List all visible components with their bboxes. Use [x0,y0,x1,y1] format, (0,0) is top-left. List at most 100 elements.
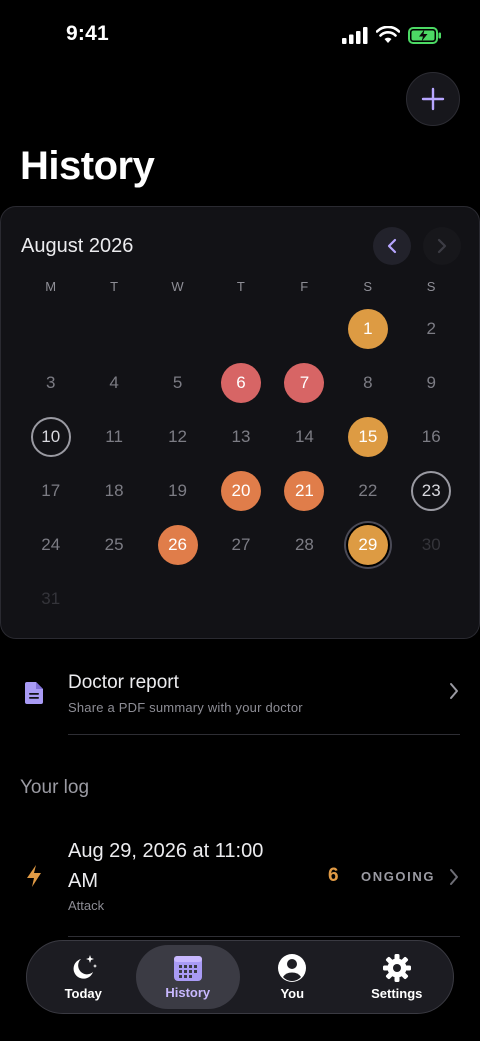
tab-settings[interactable]: Settings [345,945,450,1009]
lightning-bolt-icon [27,865,41,887]
calendar-day[interactable]: 18 [82,464,145,518]
calendar-day-number: 21 [284,471,325,511]
calendar-day-number: 12 [168,427,188,446]
log-entry-type: Attack [68,898,105,913]
calendar-empty-cell [209,302,272,356]
calendar-day-number: 14 [294,427,314,446]
doctor-report-row[interactable]: Doctor report Share a PDF summary with y… [0,662,480,736]
weekday-label: T [236,279,245,294]
calendar-day[interactable]: 27 [209,518,272,572]
page-title: History [20,144,155,188]
previous-month-button[interactable] [373,227,411,265]
calendar-day[interactable]: 30 [400,518,463,572]
weekday-label: S [363,279,372,294]
status-icons [342,26,442,44]
calendar-day[interactable]: 24 [19,518,82,572]
calendar-day[interactable]: 9 [400,356,463,410]
calendar-icon [173,956,202,981]
chevron-left-icon [387,238,397,254]
calendar-day[interactable]: 16 [400,410,463,464]
calendar-day[interactable]: 12 [146,410,209,464]
status-time: 9:41 [66,22,109,45]
calendar-day[interactable]: 14 [273,410,336,464]
calendar-day[interactable]: 11 [82,410,145,464]
calendar-day[interactable]: 3 [19,356,82,410]
calendar-empty-cell [146,302,209,356]
log-entry-status: ONGOING [361,869,436,884]
calendar-day[interactable]: 15 [336,410,399,464]
calendar-day[interactable]: 25 [82,518,145,572]
calendar-day-number: 15 [347,417,388,457]
log-entry[interactable]: Aug 29, 2026 at 11:00 AM Attack 6 ONGOIN… [0,832,480,937]
calendar-day[interactable]: 26 [146,518,209,572]
calendar-day[interactable]: 7 [273,356,336,410]
calendar-day[interactable]: 2 [400,302,463,356]
calendar-day[interactable]: 31 [19,572,82,626]
calendar-day-number: 24 [41,535,61,554]
gear-icon [382,954,411,982]
battery-charging-icon [408,26,441,44]
weekday-label: T [110,279,119,294]
tab-today[interactable]: Today [31,945,136,1009]
calendar-month-label: August 2026 [21,235,134,257]
calendar-day[interactable]: 19 [146,464,209,518]
calendar-day-number: 9 [426,373,436,392]
calendar-day-number: 29 [347,525,388,565]
doctor-report-title: Doctor report [68,672,179,693]
calendar-day[interactable]: 6 [209,356,272,410]
plus-icon [421,87,445,111]
calendar-day[interactable]: 22 [336,464,399,518]
calendar-day[interactable]: 29 [336,518,399,572]
wifi-icon [376,26,400,43]
calendar-empty-cell [19,302,82,356]
calendar-day[interactable]: 8 [336,356,399,410]
doctor-report-subtitle: Share a PDF summary with your doctor [68,700,303,715]
calendar-day-number: 10 [30,417,71,457]
calendar-day[interactable]: 13 [209,410,272,464]
tab-you[interactable]: You [240,945,345,1009]
divider [68,734,460,735]
calendar-day-number: 23 [411,471,452,511]
status-bar: 9:41 [0,0,480,70]
calendar-empty-cell [82,302,145,356]
weekday-label: M [45,279,57,294]
next-month-button[interactable] [423,227,461,265]
add-entry-button[interactable] [406,72,460,126]
calendar-day[interactable]: 1 [336,302,399,356]
log-section-label: Your log [20,777,90,798]
calendar-card: August 2026 M T W T F S S 1 2 3 4 5 6 7 8 9 10 11 1… [0,206,480,639]
calendar-day-number: 31 [41,589,61,608]
tab-history[interactable]: History [135,945,240,1009]
calendar-day-number: 4 [109,373,119,392]
calendar-day[interactable]: 17 [19,464,82,518]
calendar-day[interactable]: 23 [400,464,463,518]
calendar-day[interactable]: 20 [209,464,272,518]
calendar-day[interactable]: 4 [82,356,145,410]
calendar-day[interactable]: 10 [19,410,82,464]
calendar-day-number: 17 [41,481,61,500]
signal-icon [342,26,368,44]
calendar-day-number: 22 [358,481,378,500]
calendar-day-number: 11 [105,427,123,446]
weekday-label: F [300,279,309,294]
calendar-empty-cell [273,302,336,356]
calendar-day-number: 13 [231,427,251,446]
calendar-day[interactable]: 21 [273,464,336,518]
chevron-right-icon [450,869,458,885]
calendar-day-number: 5 [172,373,183,392]
moon-stars-icon [73,955,98,979]
calendar-day-number: 25 [104,535,124,554]
calendar-day-number: 16 [421,427,441,446]
divider [68,936,460,937]
chevron-right-icon [450,683,458,699]
tab-label: Today [64,986,102,1001]
weekday-label: S [426,279,436,294]
document-icon [25,682,43,704]
log-entry-date: Aug 29, 2026 at 11:00 AM [68,840,264,892]
calendar-day-number: 1 [347,309,388,349]
calendar-day-number: 28 [294,535,314,554]
calendar-day[interactable]: 5 [146,356,209,410]
calendar-day[interactable]: 28 [273,518,336,572]
chevron-right-icon [437,238,447,254]
tab-bar: Today History You Settings [26,940,454,1014]
